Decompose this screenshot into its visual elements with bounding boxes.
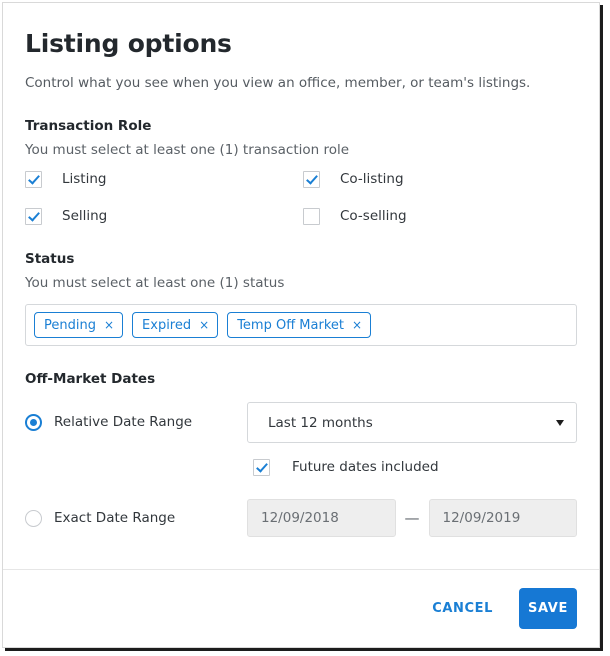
radio-exact-date-range[interactable]: Exact Date Range [25, 509, 247, 527]
status-chip-label: Expired [142, 317, 192, 333]
transaction-role-section: Transaction Role You must select at leas… [25, 118, 577, 225]
radio-relative-date-range[interactable]: Relative Date Range [25, 414, 247, 432]
checkbox-row-listing[interactable]: Listing [25, 170, 303, 188]
checkbox-co-selling[interactable] [303, 207, 320, 225]
checkbox-row-co-selling[interactable]: Co-selling [303, 207, 577, 225]
radio-button-relative[interactable] [25, 414, 42, 432]
off-market-dates-title: Off-Market Dates [25, 371, 156, 388]
checkbox-row-selling[interactable]: Selling [25, 207, 303, 225]
status-section: Status You must select at least one (1) … [25, 250, 577, 347]
status-chips-input[interactable]: Pending × Expired × Temp Off Market × [25, 304, 577, 347]
checkbox-selling[interactable] [25, 207, 42, 225]
checkbox-listing[interactable] [25, 170, 42, 188]
checkbox-label-listing: Listing [62, 170, 107, 187]
transaction-role-title: Transaction Role [25, 117, 152, 134]
checkbox-label-co-listing: Co-listing [340, 170, 404, 187]
save-button[interactable]: SAVE [519, 588, 577, 629]
end-date-input[interactable]: 12/09/2019 [428, 499, 577, 538]
checkbox-label-co-selling: Co-selling [340, 207, 407, 224]
status-chip-label: Pending [44, 317, 96, 333]
future-dates-row[interactable]: Future dates included [253, 459, 577, 477]
checkbox-row-co-listing[interactable]: Co-listing [303, 170, 577, 188]
radio-label-relative: Relative Date Range [54, 414, 193, 431]
transaction-role-hint: You must select at least one (1) transac… [25, 141, 350, 158]
checkbox-label-future-dates-included: Future dates included [292, 459, 439, 476]
checkbox-label-selling: Selling [62, 207, 108, 224]
remove-chip-icon[interactable]: × [352, 319, 362, 331]
chevron-down-icon[interactable] [556, 419, 564, 426]
remove-chip-icon[interactable]: × [199, 319, 209, 331]
date-range-separator: — [404, 509, 420, 528]
checkbox-co-listing[interactable] [303, 170, 320, 188]
checkbox-future-dates-included[interactable] [253, 459, 270, 477]
dialog-footer: CANCEL SAVE [3, 570, 599, 647]
exact-date-range-row: Exact Date Range 12/09/2018 — 12/09/2019 [25, 499, 577, 538]
page-subtitle: Control what you see when you view an of… [25, 75, 531, 91]
relative-range-select[interactable]: Last 12 months [247, 402, 577, 444]
listing-options-dialog: Listing options Control what you see whe… [2, 2, 600, 648]
start-date-input[interactable]: 12/09/2018 [247, 499, 396, 538]
relative-date-range-row: Relative Date Range Last 12 months [25, 402, 577, 444]
status-hint: You must select at least one (1) status [25, 275, 285, 292]
cancel-button[interactable]: CANCEL [422, 593, 503, 624]
status-chip-pending[interactable]: Pending × [34, 312, 124, 339]
dialog-body: Listing options Control what you see whe… [3, 3, 599, 538]
off-market-dates-section: Off-Market Dates Relative Date Range Las… [25, 371, 577, 538]
radio-label-exact: Exact Date Range [54, 509, 176, 526]
status-chip-temp-off-market[interactable]: Temp Off Market × [227, 312, 372, 339]
remove-chip-icon[interactable]: × [104, 319, 114, 331]
relative-range-value: Last 12 months [268, 414, 373, 431]
status-chip-label: Temp Off Market [237, 317, 344, 333]
radio-button-exact[interactable] [25, 509, 42, 527]
transaction-role-checkbox-grid: Listing Co-listing Selling Co-selling [25, 170, 577, 225]
status-title: Status [25, 250, 75, 267]
status-chip-expired[interactable]: Expired × [132, 312, 219, 339]
page-title: Listing options [25, 29, 232, 58]
